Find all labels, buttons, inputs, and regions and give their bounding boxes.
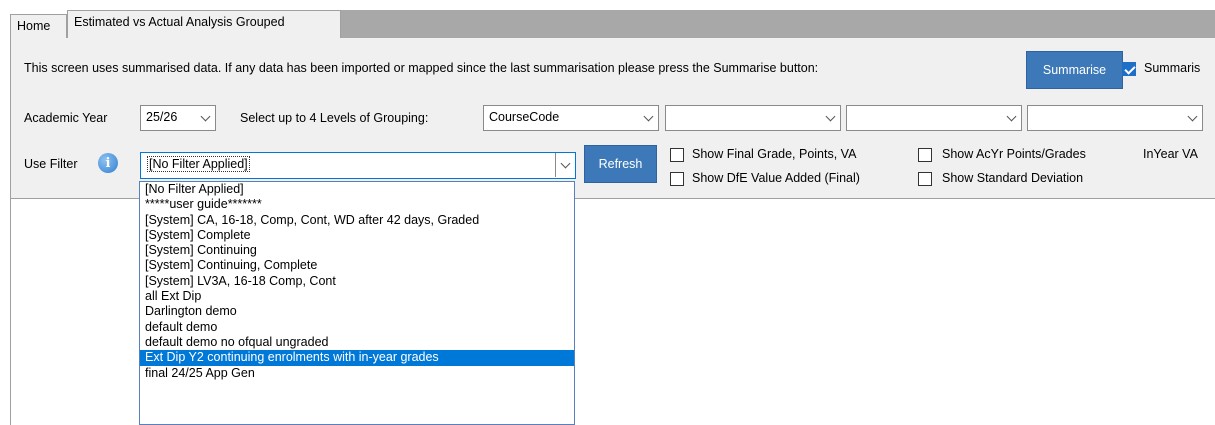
grouping-select-3[interactable]	[846, 105, 1022, 131]
show-std-dev-checkbox[interactable]	[918, 172, 932, 186]
show-final-grade-checkbox[interactable]	[670, 148, 684, 162]
inyear-va-label: InYear VA	[1143, 147, 1198, 161]
show-final-grade-label: Show Final Grade, Points, VA	[692, 147, 857, 161]
dropdown-option[interactable]: [System] Complete	[140, 228, 574, 243]
dropdown-option-selected[interactable]: Ext Dip Y2 continuing enrolments with in…	[140, 350, 574, 366]
chevron-down-icon	[1001, 106, 1021, 130]
chevron-down-icon	[1182, 106, 1202, 130]
tab-home[interactable]: Home	[10, 14, 67, 38]
use-filter-label: Use Filter	[24, 157, 78, 171]
filter-value: [No Filter Applied]	[147, 156, 250, 172]
dropdown-option[interactable]: [System] Continuing, Complete	[140, 258, 574, 273]
show-acyr-points-label: Show AcYr Points/Grades	[942, 147, 1086, 161]
grouping-select-4[interactable]	[1027, 105, 1203, 131]
dropdown-option[interactable]: [System] CA, 16-18, Comp, Cont, WD after…	[140, 213, 574, 228]
tab-strip-background	[340, 10, 1215, 38]
chevron-down-icon	[195, 106, 215, 130]
academic-year-value: 25/26	[146, 110, 178, 124]
show-dfe-value-added-label: Show DfE Value Added (Final)	[692, 171, 860, 185]
show-dfe-value-added-checkbox[interactable]	[670, 172, 684, 186]
summarise-checkbox[interactable]	[1122, 62, 1136, 76]
chevron-down-icon	[638, 106, 658, 130]
dropdown-option[interactable]: all Ext Dip	[140, 289, 574, 304]
chevron-down-icon	[555, 153, 575, 177]
dropdown-option[interactable]: [System] LV3A, 16-18 Comp, Cont	[140, 274, 574, 289]
dropdown-option[interactable]: final 24/25 App Gen	[140, 366, 574, 381]
grouping-value-1: CourseCode	[489, 110, 560, 124]
dropdown-option[interactable]: [System] Continuing	[140, 243, 574, 258]
grouping-select-2[interactable]	[665, 105, 841, 131]
grouping-select-1[interactable]: CourseCode	[483, 105, 659, 131]
filter-select[interactable]: [No Filter Applied]	[140, 152, 576, 179]
chevron-down-icon	[820, 106, 840, 130]
grouping-label: Select up to 4 Levels of Grouping:	[240, 111, 429, 125]
refresh-button[interactable]: Refresh	[584, 145, 657, 183]
academic-year-label: Academic Year	[24, 111, 108, 125]
dropdown-option[interactable]: [No Filter Applied]	[140, 182, 574, 197]
dropdown-option[interactable]: Darlington demo	[140, 304, 574, 319]
dropdown-option[interactable]: *****user guide*******	[140, 197, 574, 212]
show-std-dev-label: Show Standard Deviation	[942, 171, 1084, 185]
tab-strip: Home Estimated vs Actual Analysis Groupe…	[0, 0, 1215, 38]
dropdown-option[interactable]: default demo no ofqual ungraded	[140, 335, 574, 350]
tab-estimated-vs-actual[interactable]: Estimated vs Actual Analysis Grouped	[67, 10, 341, 38]
show-acyr-points-checkbox[interactable]	[918, 148, 932, 162]
filter-dropdown-list[interactable]: [No Filter Applied] *****user guide*****…	[139, 181, 575, 425]
academic-year-select[interactable]: 25/26	[140, 105, 216, 131]
dropdown-option[interactable]: default demo	[140, 320, 574, 335]
info-icon[interactable]: i	[98, 153, 118, 173]
summarise-checkbox-label: Summaris	[1144, 61, 1201, 75]
summarise-button[interactable]: Summarise	[1026, 51, 1123, 89]
summarise-message: This screen uses summarised data. If any…	[24, 61, 819, 75]
